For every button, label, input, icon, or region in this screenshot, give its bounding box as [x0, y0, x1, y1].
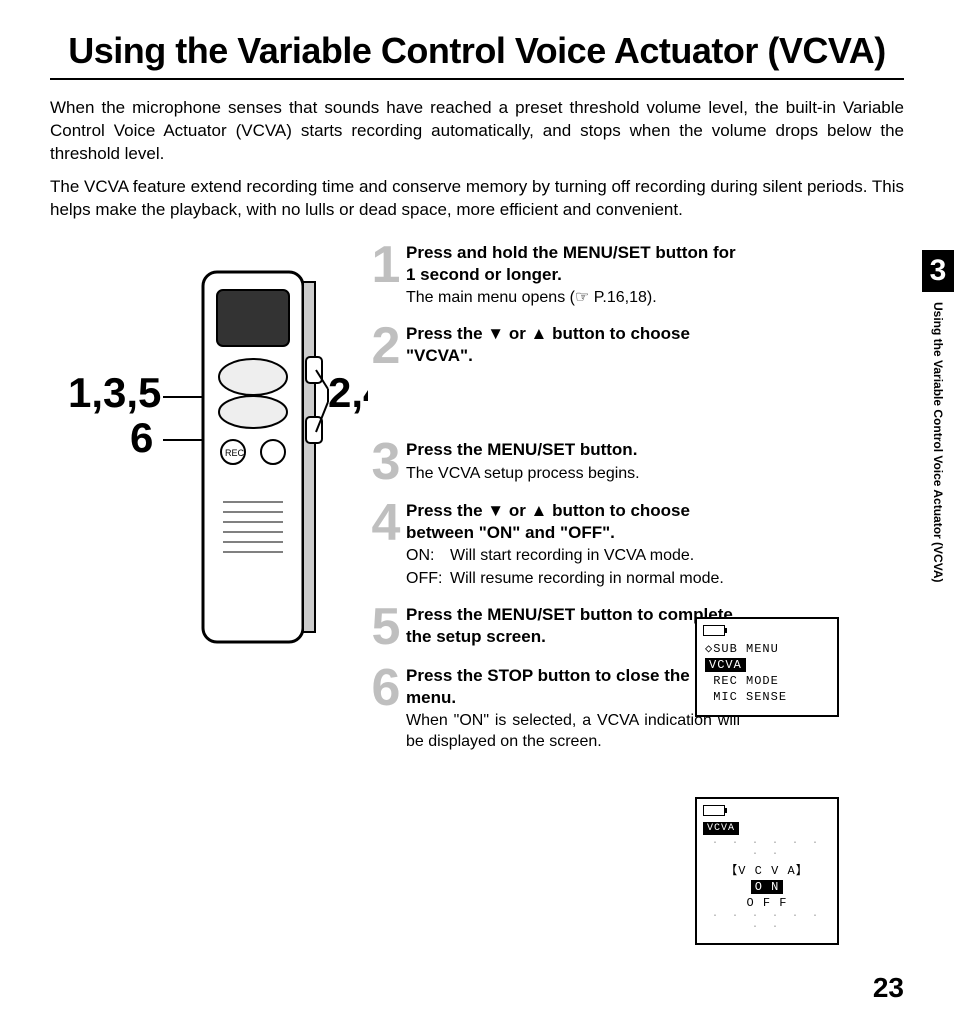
step-number: 4	[370, 500, 402, 547]
callout-left-2: 6	[130, 414, 153, 461]
page-number: 23	[873, 972, 904, 1004]
callout-left-1: 1,3,5	[68, 369, 161, 416]
steps-list: 1 Press and hold the MENU/SET button for…	[370, 242, 740, 753]
step-number: 5	[370, 604, 402, 651]
device-illustration: 1,3,5 6 REC	[68, 262, 368, 667]
chapter-title-vertical: Using the Variable Control Voice Actuato…	[931, 302, 945, 582]
step-3: 3 Press the MENU/SET button. The VCVA se…	[370, 439, 740, 486]
callout-right: 2,4	[328, 369, 368, 416]
lcd-screen-vcva-select: VCVA · · · · · · · · 【V C V A】 O N O F F…	[695, 797, 839, 945]
divider	[50, 78, 904, 80]
step-6: 6 Press the STOP button to close the mai…	[370, 665, 740, 753]
battery-icon	[703, 625, 725, 636]
step-5: 5 Press the MENU/SET button to complete …	[370, 604, 740, 651]
step-number: 3	[370, 439, 402, 486]
battery-icon	[703, 805, 725, 816]
intro-paragraph-1: When the microphone senses that sounds h…	[50, 97, 904, 166]
step-2: 2 Press the ▼ or ▲ button to choose "VCV…	[370, 323, 740, 370]
chapter-number: 3	[922, 250, 954, 292]
intro-paragraph-2: The VCVA feature extend recording time a…	[50, 176, 904, 222]
step-number: 6	[370, 665, 402, 712]
chapter-tab: 3 Using the Variable Control Voice Actua…	[922, 250, 954, 582]
step-number: 1	[370, 242, 402, 289]
svg-text:REC: REC	[225, 448, 245, 458]
lcd-screen-sub-menu: ◇SUB MENU VCVA REC MODE MIC SENSE	[695, 617, 839, 717]
step-1: 1 Press and hold the MENU/SET button for…	[370, 242, 740, 309]
step-number: 2	[370, 323, 402, 370]
vcva-badge: VCVA	[703, 822, 739, 835]
step-4: 4 Press the ▼ or ▲ button to choose betw…	[370, 500, 740, 590]
page-title: Using the Variable Control Voice Actuato…	[50, 30, 904, 72]
